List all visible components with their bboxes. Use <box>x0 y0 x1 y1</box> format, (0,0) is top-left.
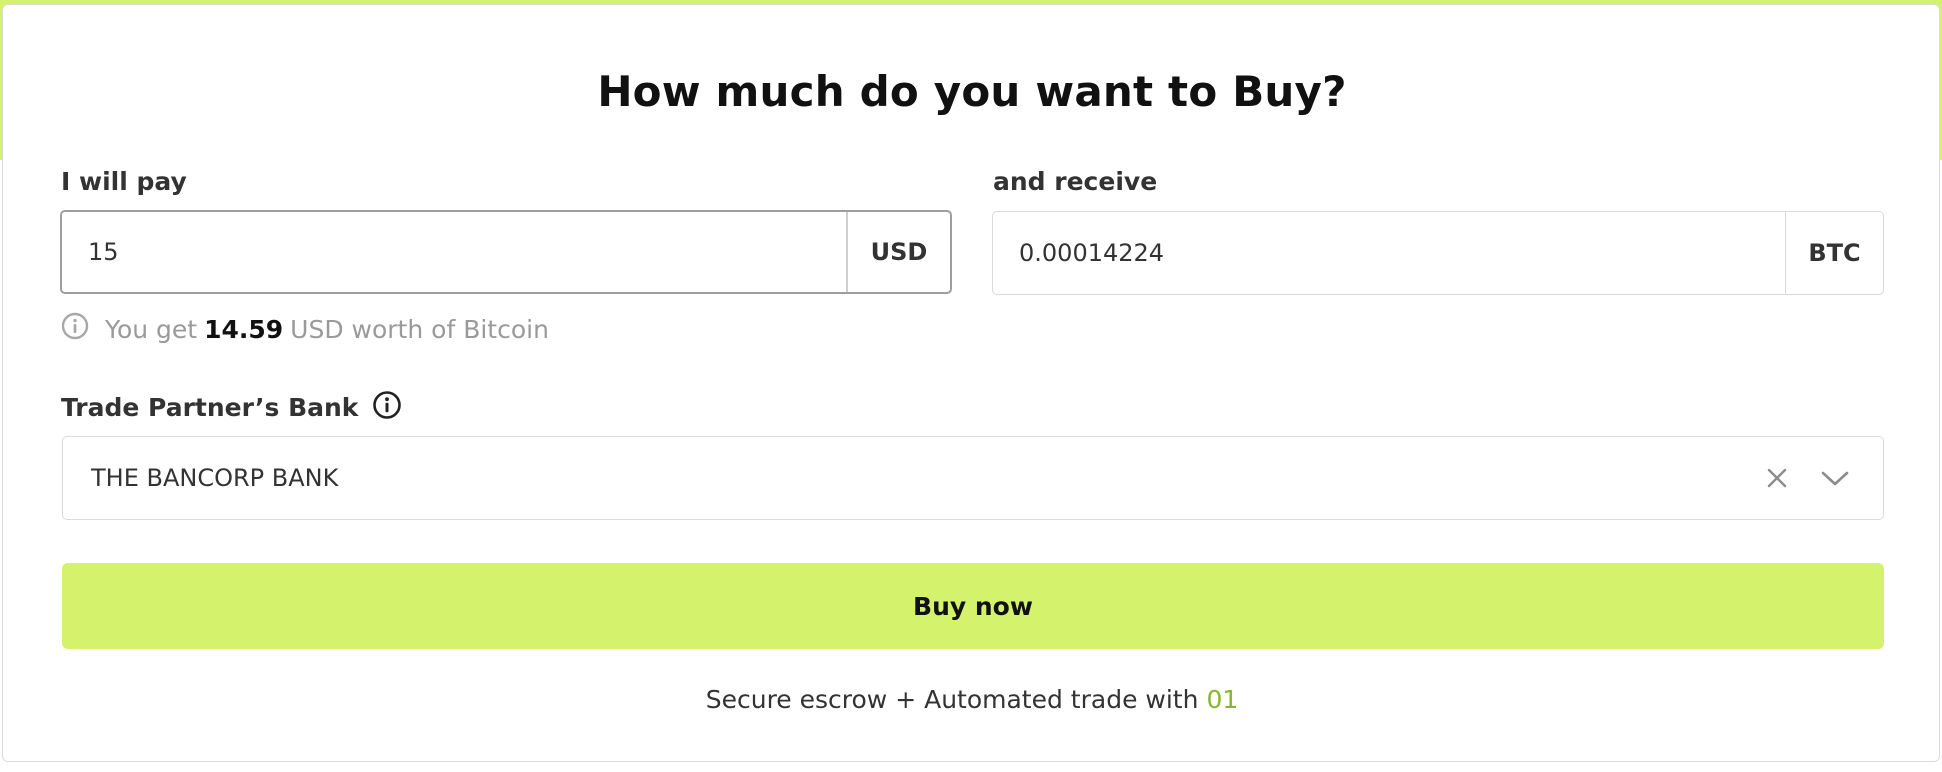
bank-info-icon[interactable] <box>372 390 402 425</box>
bank-selected-value: THE BANCORP BANK <box>91 464 339 492</box>
receive-currency: BTC <box>1785 212 1883 294</box>
info-icon <box>61 312 89 346</box>
buy-now-button[interactable]: Buy now <box>62 563 1884 649</box>
receive-amount-input[interactable] <box>993 212 1785 294</box>
receive-field: BTC <box>992 211 1884 295</box>
footer-text: Secure escrow + Automated trade with <box>705 685 1199 714</box>
receive-label: and receive <box>993 167 1158 196</box>
bank-select[interactable]: THE BANCORP BANK <box>62 436 1884 520</box>
page-title: How much do you want to Buy? <box>597 67 1347 116</box>
hint-amount: 14.59 <box>204 314 284 344</box>
hint-suffix: USD worth of Bitcoin <box>290 314 549 344</box>
bank-label-row: Trade Partner’s Bank <box>61 390 402 425</box>
footer-brand[interactable]: 01 <box>1206 685 1238 714</box>
pay-label: I will pay <box>61 167 187 196</box>
close-icon[interactable] <box>1757 458 1797 498</box>
page: How much do you want to Buy? I will pay … <box>0 0 1942 772</box>
pay-field: USD <box>60 210 952 294</box>
worth-hint: You get 14.59 USD worth of Bitcoin <box>61 312 549 346</box>
buy-card: How much do you want to Buy? I will pay … <box>2 4 1940 762</box>
bank-label: Trade Partner’s Bank <box>61 393 359 422</box>
footer-note: Secure escrow + Automated trade with 01 <box>3 685 1941 714</box>
pay-currency: USD <box>846 212 950 292</box>
chevron-down-icon[interactable] <box>1815 458 1855 498</box>
hint-prefix: You get <box>105 314 198 344</box>
pay-amount-input[interactable] <box>62 212 846 292</box>
